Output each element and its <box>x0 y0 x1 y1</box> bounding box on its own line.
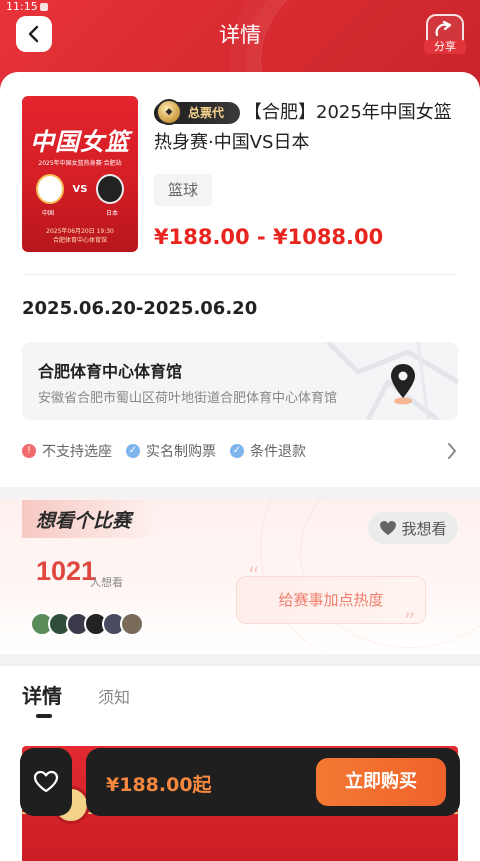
poster-team-right: 日本 <box>105 210 118 217</box>
feature-no-seat-selection: ! 不支持选座 <box>22 441 112 461</box>
tab-detail[interactable]: 详情 <box>22 680 62 709</box>
venue-name: 合肥体育中心体育馆 <box>38 362 183 381</box>
avatar <box>120 612 144 636</box>
poster-title: 中国女篮 <box>30 128 130 156</box>
buy-now-button[interactable]: 立即购买 <box>316 758 446 806</box>
medal-icon: ◆ <box>156 99 182 125</box>
location-pin-icon <box>391 364 415 405</box>
page-title: 详情 <box>219 23 261 47</box>
status-time: 11:15 <box>6 0 38 13</box>
heart-icon <box>380 521 397 535</box>
tab-indicator <box>36 714 52 718</box>
exclamation-icon: ! <box>22 444 36 458</box>
want-count-unit: 人想看 <box>90 576 123 589</box>
favorite-button[interactable] <box>20 748 72 816</box>
starting-price: ¥188.00起 <box>106 774 212 796</box>
category-tag: 篮球 <box>154 174 212 206</box>
feature-label: 条件退款 <box>250 444 306 460</box>
heart-outline-icon <box>33 770 59 793</box>
feature-label: 实名制购票 <box>146 444 216 460</box>
feature-refund: ✓ 条件退款 <box>230 441 306 461</box>
divider <box>22 274 458 275</box>
want-to-see-section: 想看个比赛 我想看 1021 人想看 “ 给赛事加点热度 ” <box>0 498 480 654</box>
check-icon: ✓ <box>230 444 244 458</box>
event-card: 中国女篮 2025年中国女篮热身赛·合肥站 VS 中国 日本 2025年06月2… <box>0 72 480 487</box>
feature-label: 不支持选座 <box>42 444 112 460</box>
agent-badge-label: 总票代 <box>188 106 225 120</box>
poster-venue: 合肥体育中心体育馆 <box>52 237 107 244</box>
feature-real-name: ✓ 实名制购票 <box>126 441 216 461</box>
share-icon <box>435 20 452 37</box>
check-icon: ✓ <box>126 444 140 458</box>
tab-notice[interactable]: 须知 <box>98 684 130 708</box>
want-to-see-button[interactable]: 我想看 <box>368 512 458 544</box>
want-title: 想看个比赛 <box>36 510 132 532</box>
poster-date: 2025年06月20日 19:30 <box>46 228 114 235</box>
poster-team-left: 中国 <box>42 210 55 217</box>
poster-subtitle: 2025年中国女篮热身赛·合肥站 <box>38 160 122 167</box>
price-range: ¥188.00 - ¥1088.00 <box>154 225 384 249</box>
agent-badge: ◆ 总票代 <box>154 99 240 125</box>
share-label: 分享 <box>424 40 466 54</box>
team-japan-emblem <box>96 174 124 204</box>
share-button[interactable]: 分享 <box>424 14 466 54</box>
want-count: 1021 <box>36 556 97 586</box>
purchase-bar: ¥188.00起 立即购买 <box>86 748 460 816</box>
chevron-right-icon[interactable] <box>446 440 458 462</box>
want-button-label: 我想看 <box>401 519 447 538</box>
status-notification-icon <box>40 3 48 11</box>
quote-icon: ” <box>404 610 416 635</box>
event-poster[interactable]: 中国女篮 2025年中国女篮热身赛·合肥站 VS 中国 日本 2025年06月2… <box>22 96 138 252</box>
heat-prompt[interactable]: 给赛事加点热度 <box>236 576 426 624</box>
venue-card[interactable]: 合肥体育中心体育馆 安徽省合肥市蜀山区荷叶地街道合肥体育中心体育馆 <box>22 342 458 420</box>
venue-address: 安徽省合肥市蜀山区荷叶地街道合肥体育中心体育馆 <box>38 391 338 406</box>
event-date-range: 2025.06.20-2025.06.20 <box>22 298 258 319</box>
purchase-features[interactable]: ! 不支持选座 ✓ 实名制购票 ✓ 条件退款 <box>22 440 458 462</box>
